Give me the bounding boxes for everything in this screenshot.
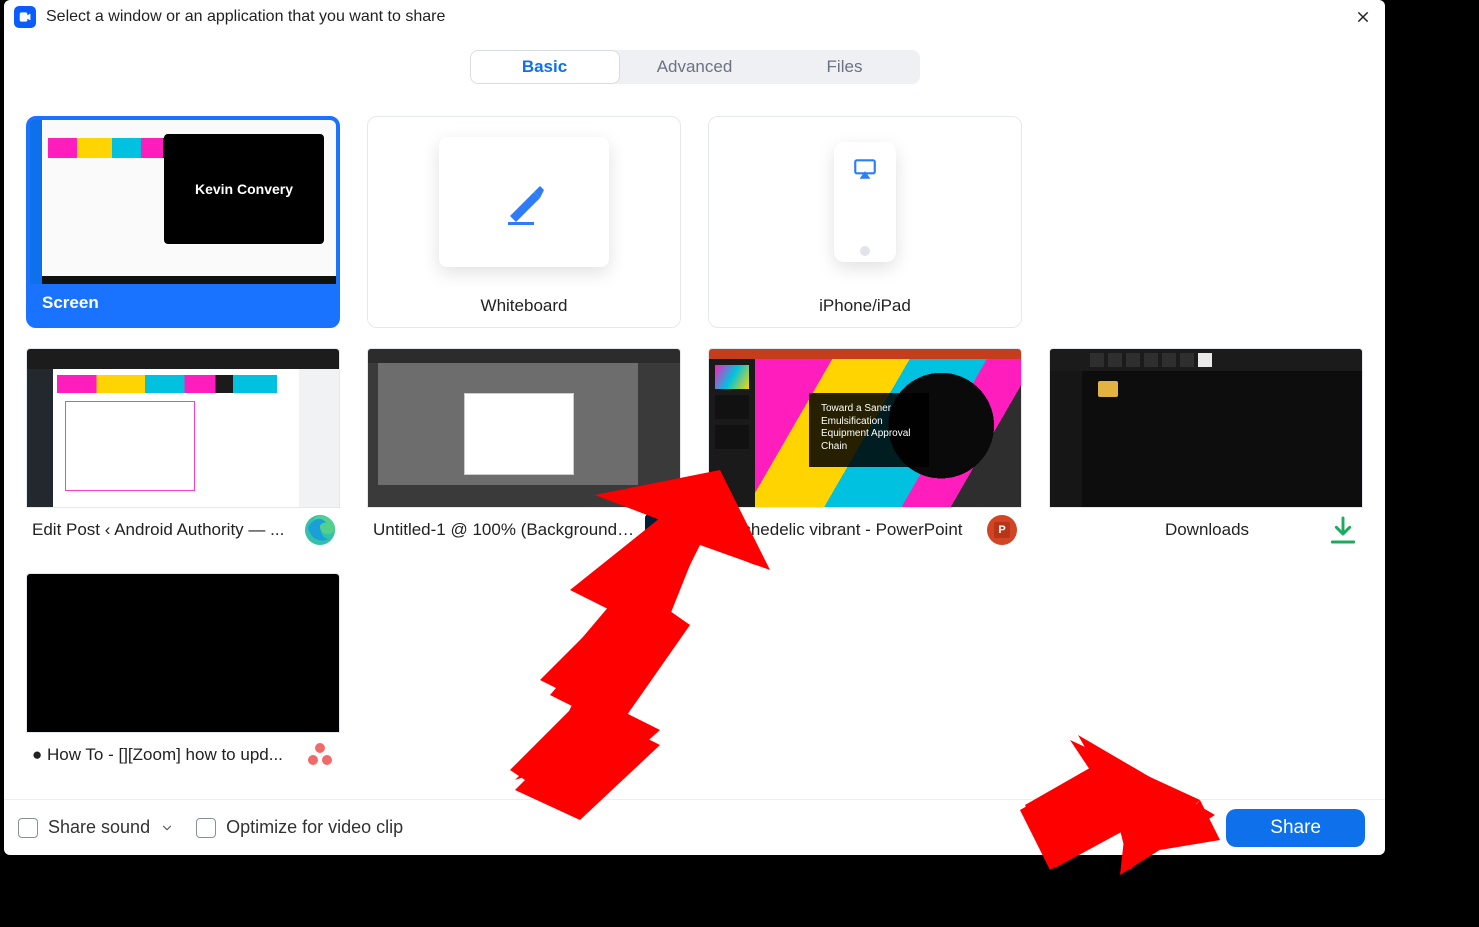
window-label: Psychedelic vibrant - PowerPoint [714, 520, 978, 540]
window-label: Untitled-1 @ 100% (Background, ... [373, 520, 637, 540]
edge-icon [304, 514, 336, 546]
screen-thumbnail: Kevin Convery [30, 120, 336, 284]
share-dialog: Select a window or an application that y… [4, 0, 1385, 855]
tabs: Basic Advanced Files [4, 50, 1385, 84]
card-iphone-label: iPhone/iPad [819, 296, 911, 316]
slide-title: Toward a Saner Emulsification Equipment … [809, 393, 929, 467]
optimize-checkbox[interactable]: Optimize for video clip [196, 817, 403, 838]
download-icon [1327, 514, 1359, 546]
zoom-app-icon [14, 6, 36, 28]
chevron-down-icon[interactable] [160, 821, 174, 835]
window-label: ● How To - [][Zoom] how to upd... [32, 745, 296, 765]
window-howto-zoom[interactable]: ● How To - [][Zoom] how to upd... [26, 573, 340, 778]
powerpoint-icon: P [986, 514, 1018, 546]
window-thumbnail [26, 348, 340, 508]
share-grid: Kevin Convery Screen [26, 116, 1363, 778]
dialog-footer: Share sound Optimize for video clip Shar… [4, 799, 1385, 855]
iphone-thumbnail [709, 117, 1021, 287]
card-screen-label: Screen [42, 293, 324, 313]
card-iphone-ipad[interactable]: iPhone/iPad [708, 116, 1022, 328]
photoshop-icon: Ps [645, 514, 677, 546]
window-downloads[interactable]: Downloads [1049, 348, 1363, 553]
window-thumbnail [367, 348, 681, 508]
window-label: Edit Post ‹ Android Authority — ... [32, 520, 296, 540]
share-sound-label: Share sound [48, 817, 150, 838]
window-thumbnail [26, 573, 340, 733]
window-photoshop[interactable]: Untitled-1 @ 100% (Background, ... Ps [367, 348, 681, 553]
pen-icon [500, 178, 548, 226]
card-whiteboard[interactable]: Whiteboard [367, 116, 681, 328]
window-thumbnail [1049, 348, 1363, 508]
asana-icon [304, 739, 336, 771]
card-whiteboard-label: Whiteboard [481, 296, 568, 316]
share-button[interactable]: Share [1226, 809, 1365, 847]
window-powerpoint[interactable]: Toward a Saner Emulsification Equipment … [708, 348, 1022, 553]
whiteboard-thumbnail [368, 117, 680, 287]
window-label: Downloads [1165, 520, 1249, 540]
tab-advanced[interactable]: Advanced [620, 50, 770, 84]
card-screen[interactable]: Kevin Convery Screen [26, 116, 340, 328]
close-button[interactable] [1351, 5, 1375, 29]
window-thumbnail: Toward a Saner Emulsification Equipment … [708, 348, 1022, 508]
dialog-header: Select a window or an application that y… [4, 0, 1385, 32]
tab-files[interactable]: Files [770, 50, 920, 84]
window-edit-post[interactable]: Edit Post ‹ Android Authority — ... [26, 348, 340, 553]
share-sound-checkbox[interactable]: Share sound [18, 817, 174, 838]
tab-basic[interactable]: Basic [470, 50, 620, 84]
dialog-title: Select a window or an application that y… [46, 8, 1351, 26]
optimize-label: Optimize for video clip [226, 817, 403, 838]
participant-name: Kevin Convery [164, 134, 324, 244]
airplay-icon [852, 156, 878, 182]
